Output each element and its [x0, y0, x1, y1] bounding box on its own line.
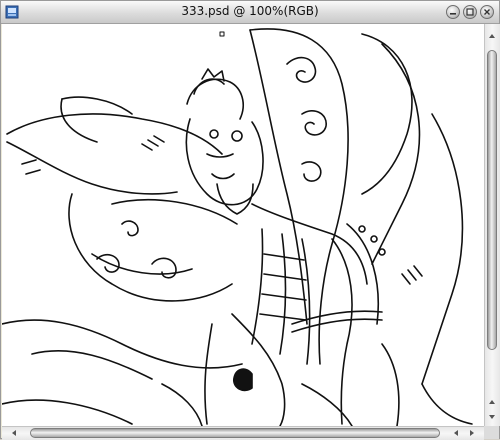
close-icon [484, 9, 490, 15]
close-button[interactable] [480, 5, 494, 19]
vertical-scroll-thumb[interactable] [487, 50, 497, 350]
vertical-scrollbar[interactable] [484, 24, 500, 426]
horizontal-scrollbar[interactable] [2, 426, 484, 440]
scroll-right-icon[interactable] [466, 427, 478, 439]
minimize-icon [450, 13, 456, 15]
zoom-icon [466, 8, 474, 16]
title-bar[interactable]: 333.psd @ 100%(RGB) [1, 1, 499, 24]
zoom-button[interactable] [463, 5, 477, 19]
scroll-up-icon[interactable] [486, 30, 498, 42]
scroll-down-icon[interactable] [486, 411, 498, 423]
window-title: 333.psd @ 100%(RGB) [181, 4, 319, 18]
scroll-left-icon[interactable] [8, 427, 20, 439]
resize-corner[interactable] [484, 426, 499, 439]
minimize-button[interactable] [446, 5, 460, 19]
line-art-illustration [2, 28, 473, 426]
document-window: 333.psd @ 100%(RGB) [0, 0, 500, 440]
document-canvas[interactable] [2, 24, 484, 426]
horizontal-scroll-thumb[interactable] [30, 428, 440, 438]
scroll-left-icon[interactable] [450, 427, 462, 439]
scroll-up-icon[interactable] [486, 396, 498, 408]
